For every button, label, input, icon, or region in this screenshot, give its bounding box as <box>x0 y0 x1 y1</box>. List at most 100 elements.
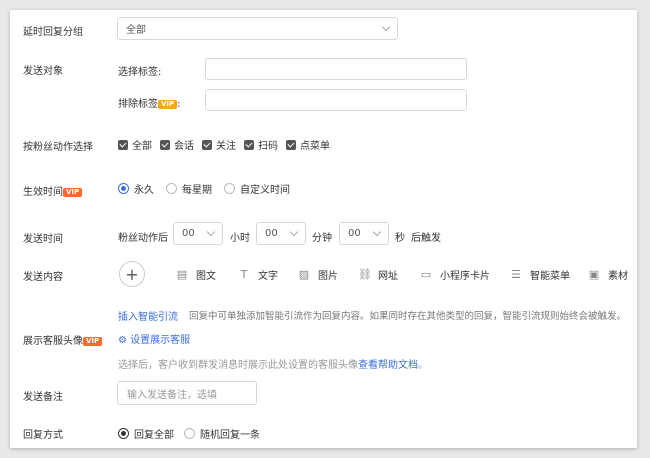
content-type-miniprogram[interactable]: ▭ 小程序卡片 <box>420 267 510 282</box>
checkbox-checked-icon <box>244 139 254 150</box>
content-type-image[interactable]: ▨ 图片 <box>298 267 358 282</box>
effective-time-radios: 永久 每星期 自定义时间 <box>118 181 302 196</box>
avatar-label-text: 展示客服头像 <box>23 336 83 347</box>
radio-label: 自定义时间 <box>240 185 290 196</box>
set-display-agent-link[interactable]: ⚙ 设置展示客服 <box>118 331 190 346</box>
select-tag-input[interactable] <box>205 58 467 80</box>
content-type-label: 图文 <box>196 271 216 282</box>
exclude-tag-colon: : <box>177 99 181 110</box>
content-type-url[interactable]: ⛓ 网址 <box>358 267 420 282</box>
checkbox-follow[interactable]: 关注 <box>202 137 236 152</box>
radio-label: 永久 <box>134 185 154 196</box>
radio-permanent[interactable]: 永久 <box>118 181 154 196</box>
reply-mode-radios: 回复全部 随机回复一条 <box>118 426 272 441</box>
content-type-label: 文字 <box>258 271 278 282</box>
material-icon: ▣ <box>588 268 600 281</box>
auto-reply-form: 延时回复分组 全部 发送对象 选择标签: 排除标签 VIP: 按粉丝动作选择 全部… <box>10 10 637 448</box>
checkbox-session[interactable]: 会话 <box>160 137 194 152</box>
remark-label: 发送备注 <box>23 392 63 403</box>
checkbox-checked-icon <box>118 139 128 150</box>
smart-flow-description: 回复中可单独添加智能引流作为回复内容。如果同时存在其他类型的回复，智能引流规则始… <box>189 311 627 322</box>
text-icon: T <box>240 268 248 281</box>
content-type-toolbar: ▤ 图文 T 文字 ▨ 图片 ⛓ 网址 ▭ 小程序卡片 ☰ 智能菜单 ▣ 素材 <box>176 267 637 282</box>
remark-input[interactable]: 输入发送备注，选填 <box>117 381 257 405</box>
effective-time-label: 生效时间 VIP <box>23 183 83 198</box>
insert-smart-flow-link[interactable]: 插入智能引流 <box>118 308 178 323</box>
second-unit: 秒 <box>395 233 405 244</box>
exclude-tag-text: 排除标签 <box>118 99 158 110</box>
menu-icon: ☰ <box>511 268 521 281</box>
exclude-tag-label: 排除标签 VIP: <box>118 95 181 110</box>
minute-select[interactable]: 00 <box>256 222 306 245</box>
minute-value: 00 <box>265 228 278 239</box>
effective-time-text: 生效时间 <box>23 187 63 198</box>
remark-placeholder: 输入发送备注，选填 <box>127 389 217 401</box>
checkbox-label: 关注 <box>216 141 236 152</box>
gear-icon: ⚙ <box>118 335 127 346</box>
content-type-text[interactable]: T 文字 <box>238 267 298 282</box>
radio-reply-all[interactable]: 回复全部 <box>118 426 174 441</box>
minute-unit: 分钟 <box>312 233 332 244</box>
delay-group-value: 全部 <box>126 25 146 36</box>
checkbox-all[interactable]: 全部 <box>118 137 152 152</box>
radio-label: 回复全部 <box>134 430 174 441</box>
radio-weekly[interactable]: 每星期 <box>166 181 212 196</box>
reply-mode-label: 回复方式 <box>23 430 63 441</box>
radio-selected-icon <box>118 428 129 439</box>
send-time-prefix: 粉丝动作后 <box>118 233 168 244</box>
content-type-label: 小程序卡片 <box>440 271 490 282</box>
checkbox-label: 会话 <box>174 141 194 152</box>
delay-group-select[interactable]: 全部 <box>117 17 398 40</box>
radio-selected-icon <box>118 183 129 194</box>
checkbox-label: 点菜单 <box>300 141 330 152</box>
fan-action-checkboxes: 全部 会话 关注 扫码 点菜单 <box>118 137 338 152</box>
vip-badge: VIP <box>158 100 178 109</box>
checkbox-checked-icon <box>202 139 212 150</box>
image-icon: ▨ <box>298 268 310 281</box>
set-display-agent-label: 设置展示客服 <box>130 335 191 346</box>
content-type-material[interactable]: ▣ 素材 <box>588 267 637 282</box>
help-doc-link[interactable]: 查看帮助文档 <box>358 360 418 371</box>
hour-select[interactable]: 00 <box>173 222 223 245</box>
radio-icon <box>166 183 177 194</box>
hour-unit: 小时 <box>230 233 250 244</box>
second-select[interactable]: 00 <box>339 222 389 245</box>
vip-badge: VIP <box>83 337 103 346</box>
content-label: 发送内容 <box>23 272 63 283</box>
exclude-tag-input[interactable] <box>205 89 467 111</box>
link-icon: ⛓ <box>358 268 372 281</box>
avatar-desc-text: 选择后，客户收到群发消息时展示此处设置的客服头像 <box>118 360 358 371</box>
vip-badge: VIP <box>63 188 83 197</box>
content-type-label: 网址 <box>378 271 398 282</box>
checkbox-label: 全部 <box>132 141 152 152</box>
chevron-down-icon <box>381 22 391 32</box>
article-icon: ▤ <box>176 268 188 281</box>
card-icon: ▭ <box>420 268 432 281</box>
radio-label: 随机回复一条 <box>200 430 260 441</box>
fan-action-label: 按粉丝动作选择 <box>23 142 93 153</box>
content-type-smart-menu[interactable]: ☰ 智能菜单 <box>510 267 588 282</box>
radio-custom-time[interactable]: 自定义时间 <box>224 181 290 196</box>
checkbox-label: 扫码 <box>258 141 278 152</box>
radio-reply-random[interactable]: 随机回复一条 <box>184 426 260 441</box>
delay-group-label: 延时回复分组 <box>23 27 83 38</box>
chevron-down-icon <box>206 227 216 237</box>
chevron-down-icon <box>372 227 382 237</box>
content-type-article[interactable]: ▤ 图文 <box>176 267 238 282</box>
checkbox-menu-click[interactable]: 点菜单 <box>286 137 330 152</box>
plus-icon: + <box>125 264 139 284</box>
checkbox-scan[interactable]: 扫码 <box>244 137 278 152</box>
add-content-button[interactable]: + <box>119 261 145 287</box>
content-type-label: 图片 <box>318 271 338 282</box>
radio-icon <box>224 183 235 194</box>
send-time-suffix: 后触发 <box>411 233 441 244</box>
avatar-label: 展示客服头像 VIP <box>23 332 103 347</box>
avatar-desc-end: 。 <box>418 360 428 371</box>
avatar-description: 选择后，客户收到群发消息时展示此处设置的客服头像查看帮助文档。 <box>118 356 428 371</box>
select-tag-label: 选择标签: <box>118 67 162 78</box>
content-type-label: 素材 <box>608 271 628 282</box>
send-time-label: 发送时间 <box>23 234 63 245</box>
target-label: 发送对象 <box>23 66 63 77</box>
checkbox-checked-icon <box>286 139 296 150</box>
content-type-label: 智能菜单 <box>530 271 570 282</box>
